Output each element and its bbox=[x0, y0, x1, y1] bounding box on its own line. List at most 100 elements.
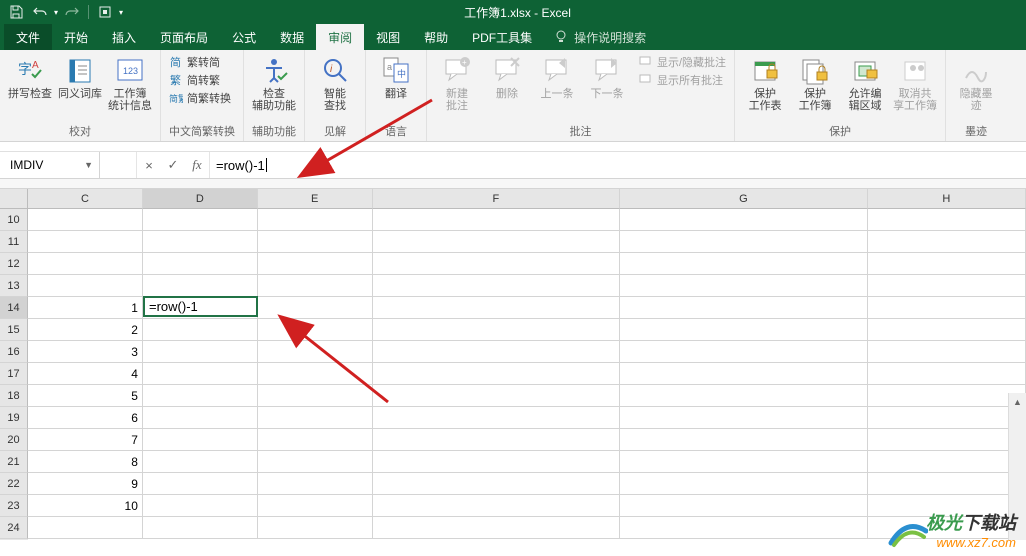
qat-customize-icon[interactable]: ▾ bbox=[119, 8, 123, 17]
cell-F10[interactable] bbox=[373, 209, 620, 231]
allow-edit-ranges-button[interactable]: 允许编 辑区域 bbox=[843, 54, 887, 112]
cell-H13[interactable] bbox=[868, 275, 1026, 297]
undo-icon[interactable] bbox=[30, 2, 50, 22]
show-hide-comment-button[interactable]: 显示/隐藏批注 bbox=[639, 54, 726, 70]
cell-D11[interactable] bbox=[143, 231, 258, 253]
cell-F24[interactable] bbox=[373, 517, 620, 539]
row-header-17[interactable]: 17 bbox=[0, 363, 28, 385]
cell-F14[interactable] bbox=[373, 297, 620, 319]
check-accessibility-button[interactable]: 检查 辅助功能 bbox=[252, 54, 296, 112]
cell-E14[interactable] bbox=[258, 297, 373, 319]
cell-H16[interactable] bbox=[868, 341, 1026, 363]
cell-D22[interactable] bbox=[143, 473, 258, 495]
row-header-16[interactable]: 16 bbox=[0, 341, 28, 363]
undo-dropdown-icon[interactable]: ▾ bbox=[54, 8, 58, 17]
cell-G20[interactable] bbox=[620, 429, 867, 451]
row-header-22[interactable]: 22 bbox=[0, 473, 28, 495]
cell-C21[interactable]: 8 bbox=[28, 451, 143, 473]
protect-sheet-button[interactable]: 保护 工作表 bbox=[743, 54, 787, 112]
cell-G21[interactable] bbox=[620, 451, 867, 473]
col-header-E[interactable]: E bbox=[258, 189, 373, 209]
hide-ink-button[interactable]: 隐藏墨 迹 bbox=[954, 54, 998, 112]
row-header-12[interactable]: 12 bbox=[0, 253, 28, 275]
row-header-15[interactable]: 15 bbox=[0, 319, 28, 341]
cell-F23[interactable] bbox=[373, 495, 620, 517]
cell-F11[interactable] bbox=[373, 231, 620, 253]
cell-C20[interactable]: 7 bbox=[28, 429, 143, 451]
cell-D13[interactable] bbox=[143, 275, 258, 297]
menu-review[interactable]: 审阅 bbox=[316, 24, 364, 50]
cell-H14[interactable] bbox=[868, 297, 1026, 319]
cell-C14[interactable]: 1 bbox=[28, 297, 143, 319]
cell-C19[interactable]: 6 bbox=[28, 407, 143, 429]
menu-pdf[interactable]: PDF工具集 bbox=[460, 24, 544, 50]
cell-G10[interactable] bbox=[620, 209, 867, 231]
cell-C23[interactable]: 10 bbox=[28, 495, 143, 517]
trad-to-simp-button[interactable]: 简繁转简 bbox=[169, 54, 231, 70]
menu-pagelayout[interactable]: 页面布局 bbox=[148, 24, 220, 50]
row-header-19[interactable]: 19 bbox=[0, 407, 28, 429]
menu-insert[interactable]: 插入 bbox=[100, 24, 148, 50]
cell-G24[interactable] bbox=[620, 517, 867, 539]
cell-H18[interactable] bbox=[868, 385, 1026, 407]
cell-F13[interactable] bbox=[373, 275, 620, 297]
cell-H12[interactable] bbox=[868, 253, 1026, 275]
cell-F22[interactable] bbox=[373, 473, 620, 495]
row-header-23[interactable]: 23 bbox=[0, 495, 28, 517]
cell-G14[interactable] bbox=[620, 297, 867, 319]
spreadsheet-grid[interactable]: 101112131415161718192021222324 CDEFGH 12… bbox=[0, 189, 1026, 540]
cell-F15[interactable] bbox=[373, 319, 620, 341]
row-header-18[interactable]: 18 bbox=[0, 385, 28, 407]
cell-H17[interactable] bbox=[868, 363, 1026, 385]
tell-me-search[interactable]: 操作说明搜索 bbox=[554, 24, 646, 50]
touch-mode-icon[interactable] bbox=[95, 2, 115, 22]
cell-D23[interactable] bbox=[143, 495, 258, 517]
cell-H10[interactable] bbox=[868, 209, 1026, 231]
chinese-convert-button[interactable]: 简繁简繁转换 bbox=[169, 90, 231, 106]
cell-E20[interactable] bbox=[258, 429, 373, 451]
cell-E22[interactable] bbox=[258, 473, 373, 495]
cell-E16[interactable] bbox=[258, 341, 373, 363]
cell-C22[interactable]: 9 bbox=[28, 473, 143, 495]
prev-comment-button[interactable]: 上一条 bbox=[535, 54, 579, 100]
cell-D14[interactable] bbox=[143, 297, 258, 319]
cell-D10[interactable] bbox=[143, 209, 258, 231]
protect-workbook-button[interactable]: 保护 工作簿 bbox=[793, 54, 837, 112]
cell-E15[interactable] bbox=[258, 319, 373, 341]
cell-C12[interactable] bbox=[28, 253, 143, 275]
cell-G15[interactable] bbox=[620, 319, 867, 341]
thesaurus-button[interactable]: 同义词库 bbox=[58, 54, 102, 100]
row-header-13[interactable]: 13 bbox=[0, 275, 28, 297]
row-header-24[interactable]: 24 bbox=[0, 517, 28, 539]
cell-D19[interactable] bbox=[143, 407, 258, 429]
menu-data[interactable]: 数据 bbox=[268, 24, 316, 50]
translate-button[interactable]: a中 翻译 bbox=[374, 54, 418, 100]
cell-G11[interactable] bbox=[620, 231, 867, 253]
row-header-10[interactable]: 10 bbox=[0, 209, 28, 231]
cell-G17[interactable] bbox=[620, 363, 867, 385]
cell-H15[interactable] bbox=[868, 319, 1026, 341]
delete-comment-button[interactable]: 删除 bbox=[485, 54, 529, 100]
redo-icon[interactable] bbox=[62, 2, 82, 22]
row-header-21[interactable]: 21 bbox=[0, 451, 28, 473]
cell-H19[interactable] bbox=[868, 407, 1026, 429]
spellcheck-button[interactable]: 字A 拼写检查 bbox=[8, 54, 52, 100]
cell-F21[interactable] bbox=[373, 451, 620, 473]
select-all-corner[interactable] bbox=[0, 189, 28, 209]
col-header-F[interactable]: F bbox=[373, 189, 621, 209]
cell-E19[interactable] bbox=[258, 407, 373, 429]
cell-F16[interactable] bbox=[373, 341, 620, 363]
cell-H20[interactable] bbox=[868, 429, 1026, 451]
cell-C24[interactable] bbox=[28, 517, 143, 539]
simp-to-trad-button[interactable]: 繁简转繁 bbox=[169, 72, 231, 88]
cell-C18[interactable]: 5 bbox=[28, 385, 143, 407]
col-header-D[interactable]: D bbox=[143, 189, 258, 209]
cell-E17[interactable] bbox=[258, 363, 373, 385]
cell-C13[interactable] bbox=[28, 275, 143, 297]
save-icon[interactable] bbox=[6, 2, 26, 22]
menu-file[interactable]: 文件 bbox=[4, 24, 52, 50]
cancel-formula-button[interactable]: × bbox=[137, 158, 161, 173]
menu-formulas[interactable]: 公式 bbox=[220, 24, 268, 50]
show-all-comments-button[interactable]: 显示所有批注 bbox=[639, 72, 726, 88]
cell-E11[interactable] bbox=[258, 231, 373, 253]
